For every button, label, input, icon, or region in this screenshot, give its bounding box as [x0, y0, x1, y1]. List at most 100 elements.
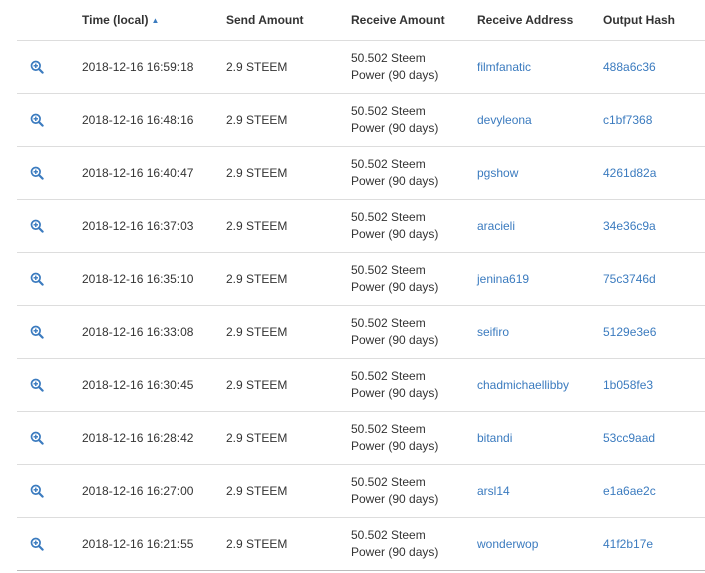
header-output-hash: Output Hash [603, 0, 705, 41]
row-output-hash-cell: 1b058fe3 [603, 358, 705, 412]
row-output-hash-cell: 53cc9aad [603, 411, 705, 465]
zoom-in-icon[interactable] [30, 166, 44, 181]
row-output-hash-cell: 488a6c36 [603, 40, 705, 94]
row-send-amount: 2.9 STEEM [226, 464, 351, 518]
row-send-amount: 2.9 STEEM [226, 199, 351, 253]
row-send-amount: 2.9 STEEM [226, 40, 351, 94]
row-details-cell [17, 358, 82, 412]
row-receive-address-link[interactable]: jenina619 [477, 272, 529, 286]
table-row: 2018-12-16 16:48:16 2.9 STEEM 50.502 Ste… [17, 93, 705, 147]
row-receive-amount: 50.502 Steem Power (90 days) [351, 464, 477, 518]
row-details-cell [17, 517, 82, 571]
row-output-hash-link[interactable]: c1bf7368 [603, 113, 652, 127]
row-receive-amount-text: 50.502 Steem Power (90 days) [351, 157, 439, 188]
zoom-in-icon[interactable] [30, 484, 44, 499]
table-row: 2018-12-16 16:21:55 2.9 STEEM 50.502 Ste… [17, 517, 705, 571]
row-time: 2018-12-16 16:40:47 [82, 146, 226, 200]
zoom-in-icon[interactable] [30, 113, 44, 128]
row-receive-address-cell: jenina619 [477, 252, 603, 306]
row-receive-address-link[interactable]: chadmichaellibby [477, 378, 569, 392]
row-send-amount: 2.9 STEEM [226, 305, 351, 359]
row-send-amount: 2.9 STEEM [226, 146, 351, 200]
row-send-amount: 2.9 STEEM [226, 411, 351, 465]
row-receive-amount: 50.502 Steem Power (90 days) [351, 252, 477, 306]
row-output-hash-cell: 34e36c9a [603, 199, 705, 253]
table-row: 2018-12-16 16:30:45 2.9 STEEM 50.502 Ste… [17, 358, 705, 412]
table-row: 2018-12-16 16:35:10 2.9 STEEM 50.502 Ste… [17, 252, 705, 306]
sort-ascending-icon: ▲ [151, 16, 160, 25]
row-receive-amount-text: 50.502 Steem Power (90 days) [351, 369, 439, 400]
row-send-amount: 2.9 STEEM [226, 252, 351, 306]
row-output-hash-cell: 5129e3e6 [603, 305, 705, 359]
row-output-hash-link[interactable]: 53cc9aad [603, 431, 655, 445]
header-receive-address: Receive Address [477, 0, 603, 41]
table-row: 2018-12-16 16:59:18 2.9 STEEM 50.502 Ste… [17, 40, 705, 94]
header-icon-column [17, 0, 82, 41]
row-receive-amount: 50.502 Steem Power (90 days) [351, 358, 477, 412]
row-output-hash-link[interactable]: e1a6ae2c [603, 484, 656, 498]
header-time-label: Time (local) [82, 13, 149, 27]
zoom-in-icon[interactable] [30, 325, 44, 340]
row-receive-address-cell: arsl14 [477, 464, 603, 518]
table-row: 2018-12-16 16:33:08 2.9 STEEM 50.502 Ste… [17, 305, 705, 359]
row-receive-amount-text: 50.502 Steem Power (90 days) [351, 51, 439, 82]
zoom-in-icon[interactable] [30, 60, 44, 75]
row-receive-address-cell: pgshow [477, 146, 603, 200]
row-output-hash-cell: 4261d82a [603, 146, 705, 200]
row-receive-address-link[interactable]: wonderwop [477, 537, 538, 551]
row-receive-address-link[interactable]: pgshow [477, 166, 518, 180]
row-time: 2018-12-16 16:37:03 [82, 199, 226, 253]
row-receive-address-link[interactable]: seifiro [477, 325, 509, 339]
table-body: 2018-12-16 16:59:18 2.9 STEEM 50.502 Ste… [17, 40, 705, 571]
row-time: 2018-12-16 16:33:08 [82, 305, 226, 359]
row-receive-address-link[interactable]: bitandi [477, 431, 512, 445]
row-receive-address-link[interactable]: filmfanatic [477, 60, 531, 74]
row-output-hash-link[interactable]: 41f2b17e [603, 537, 653, 551]
row-receive-amount-text: 50.502 Steem Power (90 days) [351, 104, 439, 135]
row-details-cell [17, 40, 82, 94]
row-output-hash-link[interactable]: 75c3746d [603, 272, 656, 286]
table-header: Time (local) ▲ Send Amount Receive Amount… [17, 0, 705, 41]
row-receive-amount: 50.502 Steem Power (90 days) [351, 305, 477, 359]
row-output-hash-cell: 75c3746d [603, 252, 705, 306]
row-receive-amount: 50.502 Steem Power (90 days) [351, 199, 477, 253]
row-output-hash-link[interactable]: 5129e3e6 [603, 325, 656, 339]
row-receive-address-cell: chadmichaellibby [477, 358, 603, 412]
zoom-in-icon[interactable] [30, 431, 44, 446]
row-output-hash-link[interactable]: 488a6c36 [603, 60, 656, 74]
row-receive-address-cell: filmfanatic [477, 40, 603, 94]
header-send-amount: Send Amount [226, 0, 351, 41]
zoom-in-icon[interactable] [30, 378, 44, 393]
row-receive-address-link[interactable]: arsl14 [477, 484, 510, 498]
row-receive-amount-text: 50.502 Steem Power (90 days) [351, 422, 439, 453]
row-send-amount: 2.9 STEEM [226, 517, 351, 571]
zoom-in-icon[interactable] [30, 219, 44, 234]
row-time: 2018-12-16 16:28:42 [82, 411, 226, 465]
transactions-table: Time (local) ▲ Send Amount Receive Amount… [17, 0, 705, 571]
row-receive-address-link[interactable]: devyleona [477, 113, 532, 127]
row-output-hash-link[interactable]: 4261d82a [603, 166, 656, 180]
row-receive-address-cell: bitandi [477, 411, 603, 465]
row-output-hash-link[interactable]: 1b058fe3 [603, 378, 653, 392]
row-send-amount: 2.9 STEEM [226, 358, 351, 412]
row-receive-amount-text: 50.502 Steem Power (90 days) [351, 263, 439, 294]
row-details-cell [17, 199, 82, 253]
row-details-cell [17, 464, 82, 518]
row-time: 2018-12-16 16:27:00 [82, 464, 226, 518]
row-receive-amount: 50.502 Steem Power (90 days) [351, 146, 477, 200]
row-details-cell [17, 252, 82, 306]
zoom-in-icon[interactable] [30, 272, 44, 287]
table-row: 2018-12-16 16:27:00 2.9 STEEM 50.502 Ste… [17, 464, 705, 518]
row-details-cell [17, 146, 82, 200]
header-time[interactable]: Time (local) ▲ [82, 0, 226, 41]
row-receive-address-cell: devyleona [477, 93, 603, 147]
row-output-hash-cell: c1bf7368 [603, 93, 705, 147]
row-receive-amount-text: 50.502 Steem Power (90 days) [351, 475, 439, 506]
row-receive-address-cell: wonderwop [477, 517, 603, 571]
row-output-hash-link[interactable]: 34e36c9a [603, 219, 656, 233]
zoom-in-icon[interactable] [30, 537, 44, 552]
row-receive-amount-text: 50.502 Steem Power (90 days) [351, 528, 439, 559]
row-receive-amount-text: 50.502 Steem Power (90 days) [351, 316, 439, 347]
row-receive-address-cell: aracieli [477, 199, 603, 253]
row-receive-address-link[interactable]: aracieli [477, 219, 515, 233]
